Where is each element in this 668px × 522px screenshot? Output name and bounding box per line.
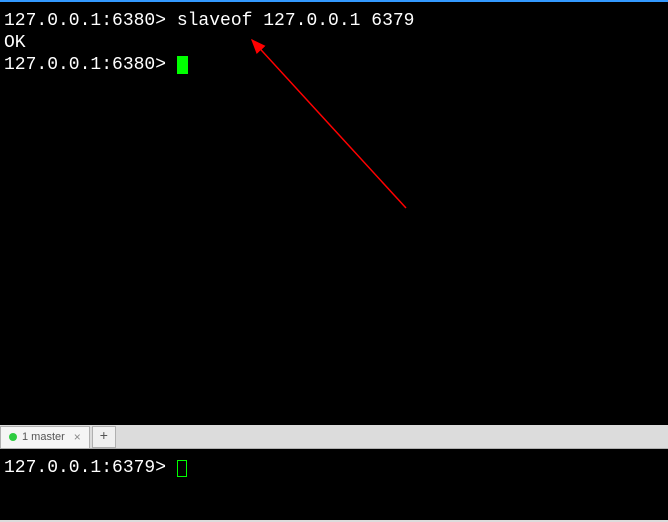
tab-bar: 1 master × +	[0, 425, 668, 449]
tab-label: 1 master	[22, 431, 65, 443]
prompt-text: 127.0.0.1:6380>	[4, 55, 177, 75]
close-icon[interactable]: ×	[74, 430, 81, 444]
tab-master[interactable]: 1 master ×	[0, 426, 90, 448]
add-tab-button[interactable]: +	[92, 426, 116, 448]
command-text: slaveof 127.0.0.1 6379	[166, 11, 414, 31]
plus-icon: +	[100, 429, 108, 445]
terminal-line-2: OK	[4, 32, 664, 54]
terminal-bottom-pane[interactable]: 127.0.0.1:6379>	[0, 449, 668, 520]
cursor-icon	[177, 460, 187, 477]
bottom-pane-wrap: 1 master × + 127.0.0.1:6379>	[0, 425, 668, 522]
cursor-icon	[177, 56, 188, 74]
terminal-line-3: 127.0.0.1:6380>	[4, 54, 664, 76]
terminal-line-1: 127.0.0.1:6380> slaveof 127.0.0.1 6379	[4, 10, 664, 32]
terminal-line-1: 127.0.0.1:6379>	[4, 457, 664, 479]
response-text: OK	[4, 33, 26, 53]
prompt-text: 127.0.0.1:6380>	[4, 11, 166, 31]
prompt-text: 127.0.0.1:6379>	[4, 458, 177, 478]
status-dot-icon	[9, 433, 17, 441]
terminal-top-pane[interactable]: 127.0.0.1:6380> slaveof 127.0.0.1 6379 O…	[0, 0, 668, 425]
